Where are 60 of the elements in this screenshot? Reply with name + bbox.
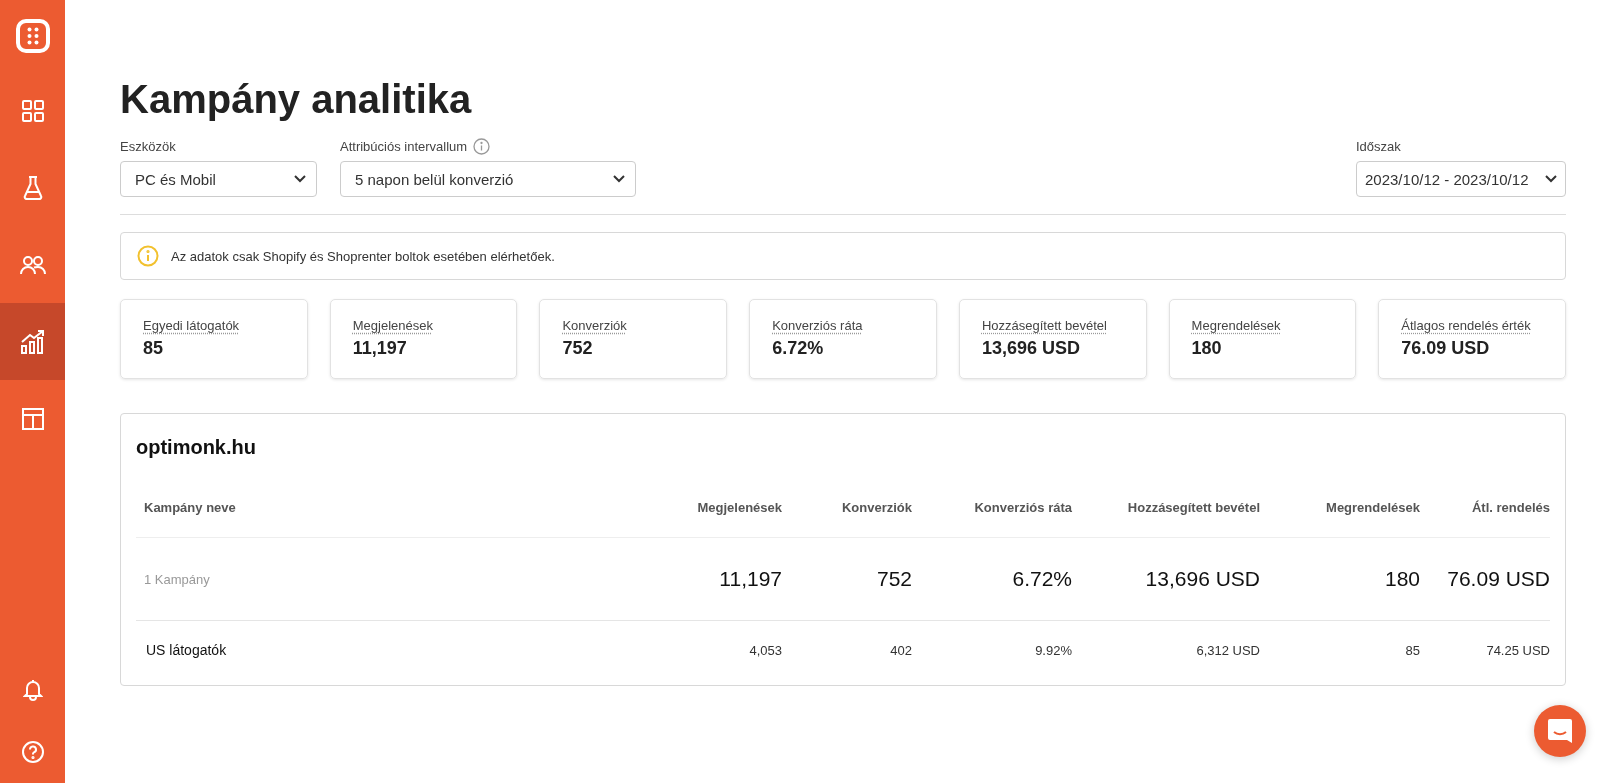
column-header: Konverziók bbox=[840, 499, 912, 515]
nav-item[interactable] bbox=[0, 303, 65, 380]
table-title: optimonk.hu bbox=[136, 436, 257, 459]
stat-value: 13,696 USD bbox=[981, 338, 1080, 359]
stat-label: Konverziós ráta bbox=[772, 318, 863, 333]
stat-value: 11,197 bbox=[352, 338, 407, 359]
stat-value: 85 bbox=[143, 338, 164, 359]
stat-label: Konverziók bbox=[562, 318, 627, 333]
table-cell-text: 1 Kampány bbox=[143, 571, 211, 587]
stat-value: 752 bbox=[562, 338, 593, 359]
table-cell-text: 74.25 USD bbox=[1485, 642, 1550, 658]
table-cell-text: 9.92% bbox=[1034, 642, 1072, 658]
notice-text: Az adatok csak Shopify és Shoprenter boltok esetében elérhetőek. bbox=[171, 248, 555, 264]
help-icon[interactable] bbox=[21, 741, 44, 763]
filter-label: Eszközök bbox=[120, 138, 176, 154]
filter-label: Attribúciós intervallum bbox=[340, 138, 468, 154]
info-icon[interactable] bbox=[473, 137, 491, 155]
info-icon bbox=[137, 245, 159, 267]
stat-label: Hozzásegített bevétel bbox=[981, 318, 1107, 333]
column-header: Megrendelések bbox=[1325, 499, 1420, 515]
table-cell-text: 6,312 USD bbox=[1195, 642, 1260, 658]
chart-icon bbox=[20, 329, 45, 354]
logo-icon[interactable] bbox=[14, 18, 51, 54]
table-cell-text: 4,053 bbox=[748, 642, 782, 658]
date-range-dropdown[interactable]: 2023/10/12 - 2023/10/12 bbox=[1356, 161, 1566, 197]
stat-value: 76.09 USD bbox=[1401, 338, 1490, 359]
table-cell-text: 85 bbox=[1404, 642, 1420, 658]
users-icon bbox=[19, 254, 46, 275]
stat-value: 180 bbox=[1191, 338, 1222, 359]
select-dropdown[interactable]: PC és Mobil bbox=[120, 161, 317, 197]
page-title: Kampány analitika bbox=[120, 76, 473, 123]
chat-button[interactable] bbox=[1534, 705, 1586, 757]
layout-icon bbox=[21, 407, 44, 430]
stat-label: Megjelenések bbox=[352, 318, 433, 333]
filter-label: Időszak bbox=[1356, 138, 1401, 154]
column-header: Hozzásegített bevétel bbox=[1126, 499, 1260, 515]
table-cell-text: 76.09 USD bbox=[1446, 567, 1550, 591]
chevron-down-icon bbox=[1545, 175, 1557, 183]
chevron-down-icon bbox=[294, 175, 306, 183]
flask-icon bbox=[22, 175, 43, 200]
table-cell-text: 752 bbox=[875, 567, 912, 591]
column-header: Megjelenések bbox=[696, 499, 782, 515]
stat-label: Egyedi látogatók bbox=[143, 318, 240, 333]
stat-label: Átlagos rendelés érték bbox=[1401, 318, 1531, 333]
table-cell-text: 13,696 USD bbox=[1144, 567, 1260, 591]
column-header: Kampány neve bbox=[143, 499, 237, 515]
grid-icon bbox=[21, 99, 44, 122]
stat-label: Megrendelések bbox=[1191, 318, 1281, 333]
table-cell-text: 6.72% bbox=[1011, 567, 1072, 591]
column-header: Átl. rendelés bbox=[1470, 499, 1550, 515]
table-cell-text: 11,197 bbox=[718, 567, 782, 591]
table-cell-text: 402 bbox=[889, 642, 912, 658]
select-dropdown[interactable]: 5 napon belül konverzió bbox=[340, 161, 636, 197]
column-header: Konverziós ráta bbox=[973, 499, 1072, 515]
chevron-down-icon bbox=[613, 175, 625, 183]
chat-icon bbox=[1547, 718, 1573, 744]
bell-icon[interactable] bbox=[22, 679, 43, 701]
table-cell-text: US látogatók bbox=[145, 642, 228, 658]
stat-value: 6.72% bbox=[772, 338, 824, 359]
table-cell-text: 180 bbox=[1383, 567, 1420, 591]
